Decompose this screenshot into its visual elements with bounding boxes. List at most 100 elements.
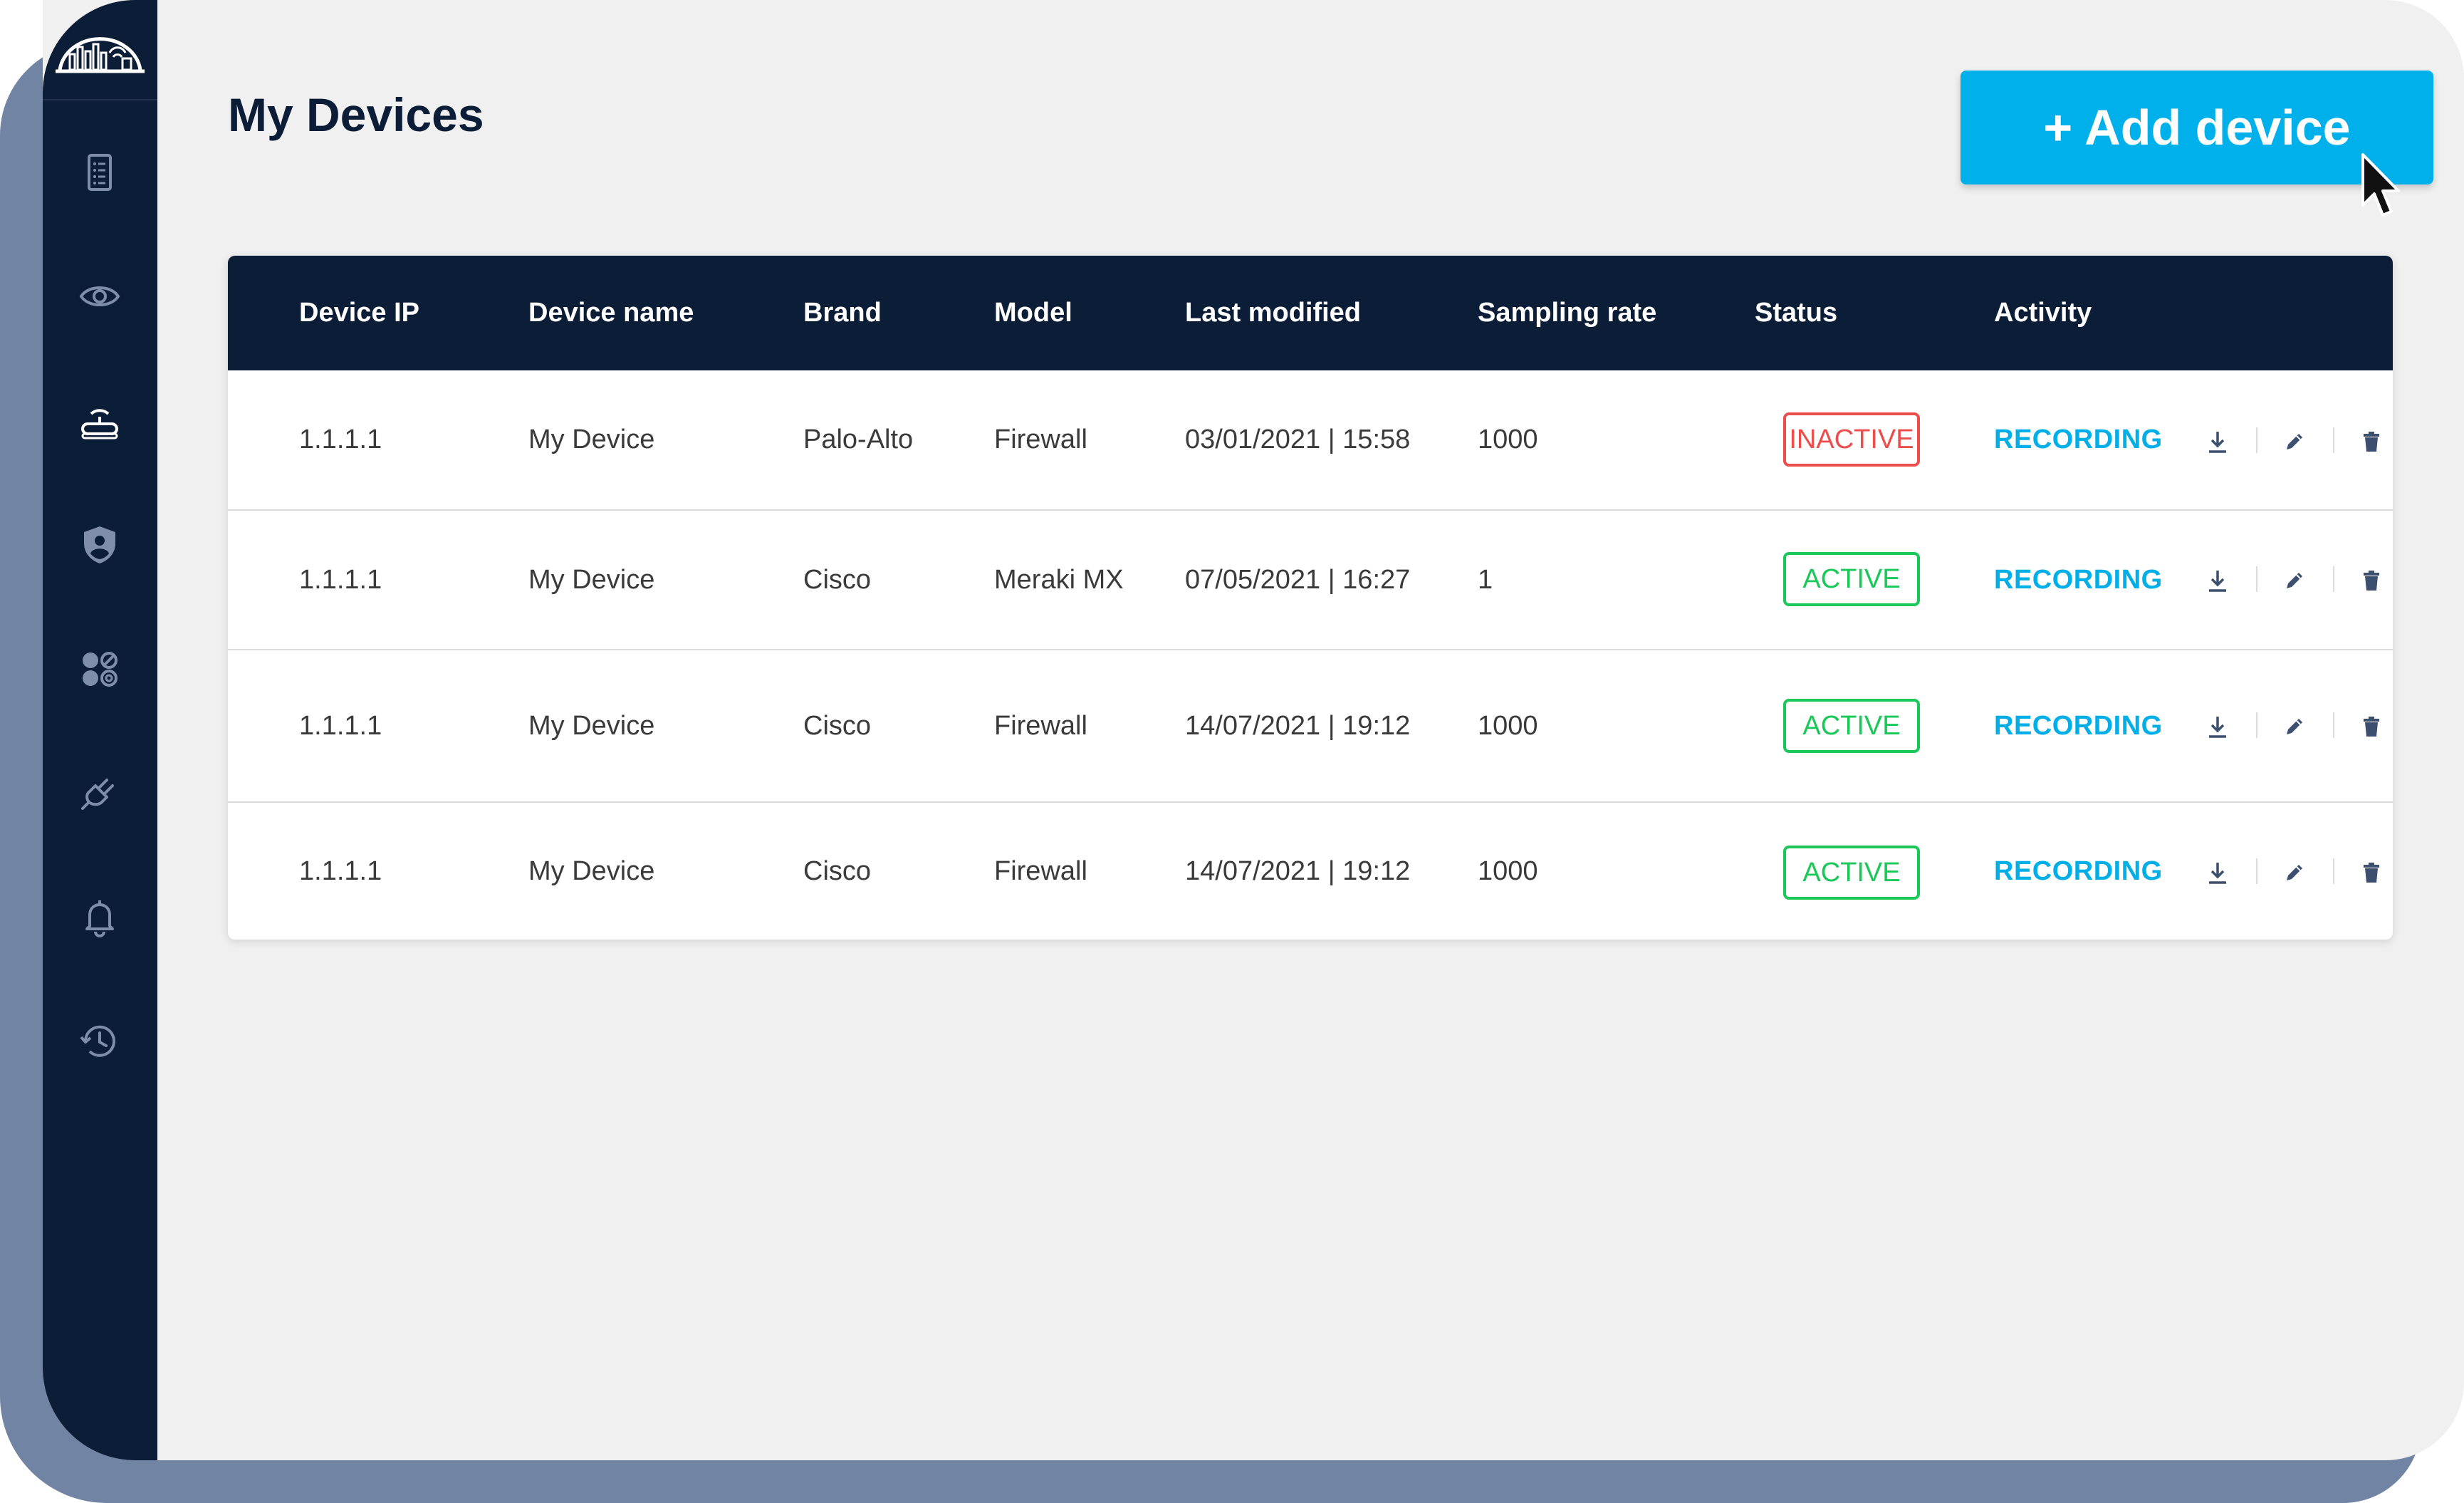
cell-brand: Cisco	[803, 564, 872, 595]
download-icon	[2209, 717, 2226, 738]
column-header-sampling-rate[interactable]: Sampling rate	[1478, 256, 1656, 370]
page-title: My Devices	[228, 88, 484, 141]
action-divider	[2333, 566, 2334, 592]
table-row[interactable]: 1.1.1.1 My Device Cisco Firewall 14/07/2…	[228, 803, 2393, 940]
sidebar-item-reports[interactable]	[77, 150, 122, 195]
plug-icon	[81, 779, 114, 810]
edit-pencil-icon	[2287, 719, 2302, 734]
cell-brand: Cisco	[803, 710, 872, 741]
table-row[interactable]: 1.1.1.1 My Device Cisco Firewall 14/07/2…	[228, 650, 2393, 803]
cell-brand: Cisco	[803, 855, 872, 886]
column-header-device-name[interactable]: Device name	[528, 256, 694, 370]
logo-icon	[56, 37, 145, 73]
download-button[interactable]	[2203, 566, 2232, 595]
edit-button[interactable]	[2280, 566, 2309, 595]
cell-device-ip: 1.1.1.1	[299, 564, 382, 595]
edit-button[interactable]	[2280, 712, 2309, 741]
cell-last-modified: 14/07/2021 | 19:12	[1185, 855, 1411, 886]
action-divider	[2333, 858, 2334, 884]
activity-link[interactable]: RECORDING	[1994, 803, 2163, 940]
edit-button[interactable]	[2280, 427, 2309, 456]
cell-last-modified: 07/05/2021 | 16:27	[1185, 564, 1411, 595]
download-button[interactable]	[2203, 427, 2232, 456]
apps-grid-icon	[83, 652, 118, 687]
edit-pencil-icon	[2287, 573, 2302, 588]
delete-button[interactable]	[2357, 712, 2386, 741]
router-icon	[81, 409, 118, 440]
edit-pencil-icon	[2287, 865, 2302, 880]
cell-model: Firewall	[994, 425, 1087, 454]
cell-model: Firewall	[994, 710, 1087, 741]
status-badge: ACTIVE	[1783, 552, 1920, 606]
activity-link[interactable]: RECORDING	[1994, 511, 2163, 649]
download-icon	[2209, 863, 2226, 884]
column-header-activity[interactable]: Activity	[1994, 256, 2092, 370]
sidebar-item-alerts[interactable]	[77, 895, 122, 940]
sidebar-item-security[interactable]	[77, 522, 122, 568]
action-divider	[2256, 858, 2257, 884]
cell-last-modified: 03/01/2021 | 15:58	[1185, 425, 1411, 454]
column-header-device-ip[interactable]: Device IP	[299, 256, 419, 370]
table-row[interactable]: 1.1.1.1 My Device Cisco Meraki MX 07/05/…	[228, 511, 2393, 650]
document-list-icon	[88, 154, 112, 191]
download-button[interactable]	[2203, 858, 2232, 887]
cell-device-ip: 1.1.1.1	[299, 710, 382, 741]
activity-link[interactable]: RECORDING	[1994, 370, 2163, 509]
action-divider	[2333, 427, 2334, 453]
cell-brand: Palo-Alto	[803, 425, 914, 454]
eye-icon	[79, 286, 120, 306]
edit-button[interactable]	[2280, 858, 2309, 887]
trash-icon	[2364, 863, 2379, 883]
cell-device-name: My Device	[528, 564, 655, 595]
action-divider	[2333, 712, 2334, 738]
devices-table: Device IP Device name Brand Model Last m…	[228, 256, 2393, 940]
logo-divider	[43, 99, 157, 100]
app-window: My Devices + Add device Device IP Device…	[43, 0, 2464, 1460]
mouse-cursor-icon	[2361, 153, 2400, 217]
delete-button[interactable]	[2357, 427, 2386, 456]
cell-sampling-rate: 1000	[1478, 710, 1538, 741]
action-divider	[2256, 427, 2257, 453]
download-button[interactable]	[2203, 712, 2232, 741]
trash-icon	[2364, 571, 2379, 591]
edit-pencil-icon	[2287, 434, 2302, 449]
table-row[interactable]: 1.1.1.1 My Device Palo-Alto Firewall 03/…	[228, 370, 2393, 511]
cell-sampling-rate: 1000	[1478, 425, 1538, 454]
sidebar-item-integrations[interactable]	[77, 770, 122, 816]
history-icon	[80, 1025, 115, 1057]
sidebar-item-monitor[interactable]	[77, 274, 122, 319]
cell-sampling-rate: 1	[1478, 564, 1493, 595]
action-divider	[2256, 566, 2257, 592]
sidebar-item-devices[interactable]	[77, 398, 122, 444]
delete-button[interactable]	[2357, 858, 2386, 887]
sidebar-item-apps[interactable]	[77, 646, 122, 692]
action-divider	[2256, 712, 2257, 738]
cell-device-name: My Device	[528, 710, 655, 741]
cell-sampling-rate: 1000	[1478, 855, 1538, 886]
cell-device-ip: 1.1.1.1	[299, 855, 382, 886]
trash-icon	[2364, 432, 2379, 452]
cell-device-name: My Device	[528, 425, 655, 454]
cell-device-name: My Device	[528, 855, 655, 886]
cell-last-modified: 14/07/2021 | 19:12	[1185, 710, 1411, 741]
column-header-last-modified[interactable]: Last modified	[1185, 256, 1361, 370]
status-badge: ACTIVE	[1783, 699, 1920, 753]
cell-model: Meraki MX	[994, 564, 1124, 595]
download-icon	[2209, 571, 2226, 592]
column-header-brand[interactable]: Brand	[803, 256, 882, 370]
cell-device-ip: 1.1.1.1	[299, 425, 382, 454]
column-header-model[interactable]: Model	[994, 256, 1072, 370]
download-icon	[2209, 432, 2226, 453]
status-badge: ACTIVE	[1783, 846, 1920, 900]
trash-icon	[2364, 717, 2379, 737]
shield-user-icon	[84, 526, 115, 563]
sidebar-item-history[interactable]	[77, 1019, 122, 1064]
app-frame: My Devices + Add device Device IP Device…	[0, 0, 2464, 1503]
sidebar	[43, 0, 157, 1460]
column-header-status[interactable]: Status	[1755, 256, 1837, 370]
activity-link[interactable]: RECORDING	[1994, 650, 2163, 801]
delete-button[interactable]	[2357, 566, 2386, 595]
status-badge: INACTIVE	[1783, 412, 1920, 467]
table-header: Device IP Device name Brand Model Last m…	[228, 256, 2393, 370]
cell-model: Firewall	[994, 855, 1087, 886]
